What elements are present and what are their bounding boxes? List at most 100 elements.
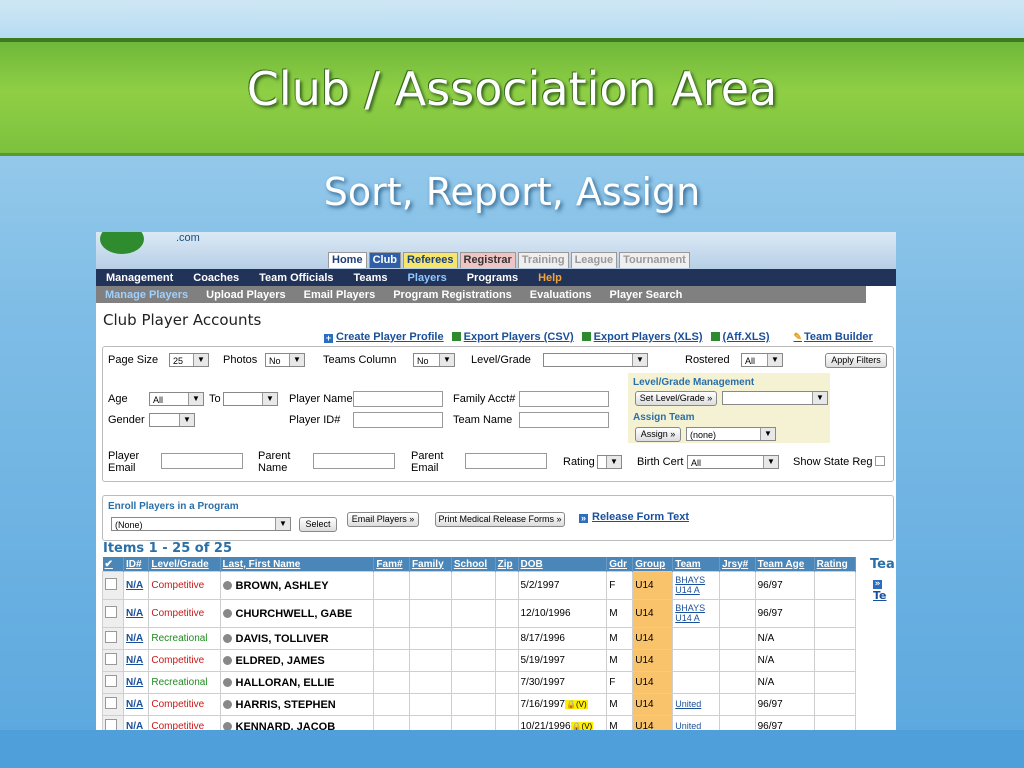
- player-name[interactable]: CHURCHWELL, GABE: [236, 608, 353, 620]
- subnav-email-players[interactable]: Email Players: [304, 289, 376, 301]
- group-cell: U14: [632, 693, 674, 716]
- row-checkbox[interactable]: [105, 578, 117, 590]
- set-level-button[interactable]: Set Level/Grade »: [635, 391, 717, 406]
- parent-name-input[interactable]: [313, 453, 395, 469]
- player-name[interactable]: HARRIS, STEPHEN: [236, 699, 336, 711]
- chevron-down-icon: ▼: [760, 428, 775, 440]
- age-value: All: [153, 395, 164, 405]
- team-builder-link[interactable]: ✎ Team Builder: [794, 331, 873, 343]
- team-name-input[interactable]: [519, 412, 609, 428]
- zip-cell: [494, 599, 519, 628]
- team-link[interactable]: United: [675, 721, 701, 730]
- column-group[interactable]: Group: [632, 557, 674, 572]
- tab-training[interactable]: Training: [517, 252, 569, 268]
- id-link[interactable]: N/A: [126, 580, 143, 591]
- export-csv-link[interactable]: Export Players (CSV): [451, 331, 574, 343]
- set-level-select[interactable]: ▼: [722, 391, 828, 405]
- email-players-button[interactable]: Email Players »: [347, 512, 419, 527]
- teams-column-select[interactable]: No ▼: [413, 353, 455, 367]
- column-family[interactable]: Family: [409, 557, 452, 572]
- age-to-select[interactable]: ▼: [223, 392, 278, 406]
- column-zip[interactable]: Zip: [495, 557, 519, 572]
- teams-side-link[interactable]: »Te: [873, 575, 896, 602]
- row-checkbox[interactable]: [105, 675, 117, 687]
- column-rating[interactable]: Rating: [814, 557, 857, 572]
- id-link[interactable]: N/A: [126, 677, 143, 688]
- assign-team-select[interactable]: (none) ▼: [686, 427, 776, 441]
- show-state-reg-checkbox[interactable]: [875, 456, 885, 466]
- rating-select[interactable]: ▼: [597, 455, 622, 469]
- create-player-profile-link[interactable]: + Create Player Profile: [324, 331, 444, 343]
- column-dob[interactable]: DOB: [518, 557, 608, 572]
- nav-team-officials[interactable]: Team Officials: [259, 272, 333, 284]
- photos-select[interactable]: No ▼: [265, 353, 305, 367]
- row-checkbox[interactable]: [105, 719, 117, 730]
- export-xls-link[interactable]: Export Players (XLS): [581, 331, 703, 343]
- tab-referees[interactable]: Referees: [403, 252, 458, 268]
- player-name[interactable]: KENNARD, JACOB: [236, 721, 336, 731]
- family-acct-input[interactable]: [519, 391, 609, 407]
- column-name[interactable]: Last, First Name: [220, 557, 375, 572]
- nav-players[interactable]: Players: [408, 272, 447, 284]
- release-form-link[interactable]: » Release Form Text: [579, 511, 689, 523]
- program-select[interactable]: (None) ▼: [111, 517, 291, 531]
- player-name[interactable]: ELDRED, JAMES: [236, 655, 325, 667]
- subnav-evaluations[interactable]: Evaluations: [530, 289, 592, 301]
- column-id[interactable]: ID#: [123, 557, 150, 572]
- subnav-manage-players[interactable]: Manage Players: [105, 289, 188, 301]
- subnav-program-registrations[interactable]: Program Registrations: [393, 289, 512, 301]
- subnav-player-search[interactable]: Player Search: [610, 289, 683, 301]
- row-checkbox[interactable]: [105, 631, 117, 643]
- column-level[interactable]: Level/Grade: [148, 557, 221, 572]
- apply-filters-button[interactable]: Apply Filters: [825, 353, 887, 368]
- player-name[interactable]: DAVIS, TOLLIVER: [236, 633, 329, 645]
- team-link[interactable]: United: [675, 699, 701, 709]
- id-link[interactable]: N/A: [126, 655, 143, 666]
- row-checkbox[interactable]: [105, 653, 117, 665]
- row-checkbox[interactable]: [105, 697, 117, 709]
- column-select-all[interactable]: ✔: [102, 557, 124, 572]
- rostered-select[interactable]: All ▼: [741, 353, 783, 367]
- column-team-age[interactable]: Team Age: [755, 557, 815, 572]
- select-program-button[interactable]: Select: [299, 517, 337, 532]
- player-email-input[interactable]: [161, 453, 243, 469]
- nav-coaches[interactable]: Coaches: [193, 272, 239, 284]
- age-select[interactable]: All ▼: [149, 392, 204, 406]
- logo[interactable]: .com: [96, 232, 226, 260]
- id-link[interactable]: N/A: [126, 721, 143, 730]
- aff-xls-link[interactable]: (Aff.XLS): [710, 331, 770, 343]
- player-name[interactable]: BROWN, ASHLEY: [236, 580, 329, 592]
- tab-club[interactable]: Club: [368, 252, 402, 268]
- subnav-upload-players[interactable]: Upload Players: [206, 289, 285, 301]
- team-link[interactable]: BHAYS U14 A: [675, 603, 711, 623]
- id-link[interactable]: N/A: [126, 633, 143, 644]
- column-team[interactable]: Team: [672, 557, 721, 572]
- team-link[interactable]: BHAYS U14 A: [675, 575, 711, 595]
- tab-league[interactable]: League: [570, 252, 618, 268]
- column-gdr[interactable]: Gdr: [606, 557, 634, 572]
- gender-select[interactable]: ▼: [149, 413, 195, 427]
- row-checkbox[interactable]: [105, 606, 117, 618]
- player-name[interactable]: HALLORAN, ELLIE: [236, 677, 335, 689]
- page-size-select[interactable]: 25 ▼: [169, 353, 209, 367]
- birth-cert-select[interactable]: All ▼: [687, 455, 779, 469]
- tab-registrar[interactable]: Registrar: [459, 252, 516, 268]
- tab-home[interactable]: Home: [328, 252, 367, 268]
- nav-programs[interactable]: Programs: [467, 272, 518, 284]
- nav-management[interactable]: Management: [106, 272, 173, 284]
- parent-email-input[interactable]: [465, 453, 547, 469]
- column-school[interactable]: School: [451, 557, 496, 572]
- player-name-input[interactable]: [353, 391, 443, 407]
- column-jersey[interactable]: Jrsy#: [719, 557, 756, 572]
- id-link[interactable]: N/A: [126, 608, 143, 619]
- jersey-cell: [719, 627, 756, 650]
- id-link[interactable]: N/A: [126, 699, 143, 710]
- tab-tournament[interactable]: Tournament: [619, 252, 690, 268]
- print-medical-button[interactable]: Print Medical Release Forms »: [435, 512, 565, 527]
- level-grade-select[interactable]: ▼: [543, 353, 648, 367]
- nav-help[interactable]: Help: [538, 272, 562, 284]
- player-id-input[interactable]: [353, 412, 443, 428]
- column-fam[interactable]: Fam#: [373, 557, 410, 572]
- assign-button[interactable]: Assign »: [635, 427, 681, 442]
- nav-teams[interactable]: Teams: [354, 272, 388, 284]
